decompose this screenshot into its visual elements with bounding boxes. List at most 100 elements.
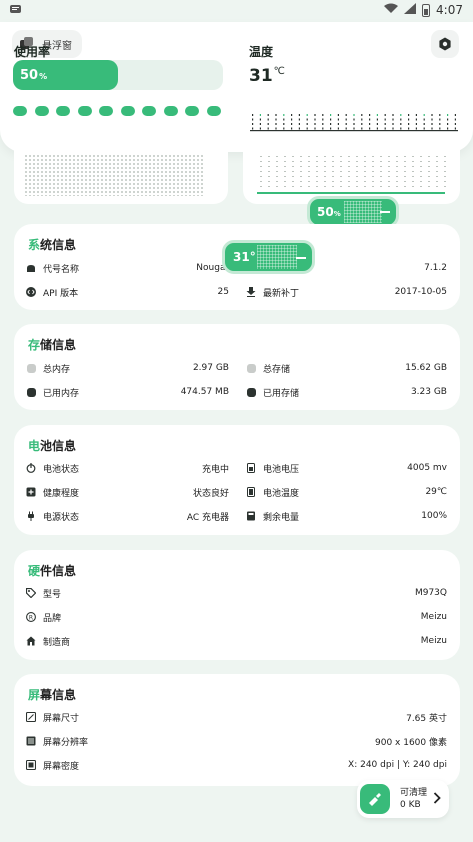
status-bar: 4:07 bbox=[0, 0, 473, 20]
power-icon bbox=[26, 463, 36, 473]
temp-graph-tick bbox=[447, 123, 449, 125]
temp-graph-tick bbox=[431, 118, 433, 121]
temp-graph-tick bbox=[361, 114, 363, 116]
temp-graph-tick bbox=[384, 114, 386, 116]
clock: 4:07 bbox=[436, 3, 463, 17]
temp-graph-tick bbox=[306, 123, 308, 125]
temp-graph-tick bbox=[283, 127, 285, 130]
temp-graph-tick bbox=[322, 127, 324, 130]
info-row: R 品牌 Meizu bbox=[26, 609, 447, 625]
temp-graph-tick bbox=[353, 118, 355, 121]
info-row: 电池状态 充电中 bbox=[26, 460, 229, 476]
temp-graph-tick bbox=[298, 118, 300, 121]
temp-graph-tick bbox=[283, 123, 285, 125]
card-title: 屏幕信息 bbox=[28, 688, 77, 702]
temp-graph-tick bbox=[275, 127, 277, 130]
temp-graph-tick bbox=[454, 127, 456, 130]
temp-graph-tick bbox=[447, 127, 449, 130]
temp-graph-tick bbox=[291, 127, 293, 130]
temp-graph-tick bbox=[408, 127, 410, 130]
temp-graph-tick bbox=[291, 123, 293, 125]
info-row: 制造商 Meizu bbox=[26, 633, 447, 649]
temp-graph-tick bbox=[345, 114, 347, 116]
battery-icon bbox=[246, 487, 256, 497]
temp-graph-tick bbox=[252, 123, 254, 125]
temp-graph-tick bbox=[415, 127, 417, 130]
clean-cache-button[interactable]: 可清理 0 KB bbox=[357, 780, 449, 818]
temp-graph-baseline bbox=[250, 130, 458, 132]
brand-icon: R bbox=[26, 612, 36, 622]
resolution-icon bbox=[26, 736, 36, 746]
temp-graph-tick bbox=[454, 118, 456, 121]
temp-graph-tick bbox=[415, 114, 417, 116]
usage-bar-fill: 50% bbox=[13, 60, 118, 90]
temp-graph-tick bbox=[353, 123, 355, 125]
temp-graph-tick bbox=[361, 118, 363, 121]
info-row: 屏幕尺寸 7.65 英寸 bbox=[26, 709, 447, 725]
bubble-temp-value: 31° bbox=[233, 250, 256, 264]
temp-graph-tick bbox=[298, 114, 300, 116]
temp-graph-tick bbox=[423, 127, 425, 130]
temp-graph-tick bbox=[439, 123, 441, 125]
temp-graph-tick bbox=[423, 114, 425, 116]
battery-level-icon bbox=[246, 511, 256, 521]
temp-graph-tick bbox=[376, 123, 378, 125]
temp-graph-tick bbox=[361, 127, 363, 130]
temp-graph-tick bbox=[298, 127, 300, 130]
core-indicator bbox=[34, 106, 49, 116]
battery-status-icon bbox=[422, 3, 431, 17]
info-row: 总存储 15.62 GB bbox=[246, 360, 447, 376]
core-indicator bbox=[206, 106, 221, 116]
core-indicator bbox=[99, 106, 113, 116]
temp-title: 温度 bbox=[249, 45, 274, 59]
bubble-usage-value: 50 bbox=[317, 205, 334, 219]
legend-swatch bbox=[246, 363, 256, 373]
temp-graph-tick bbox=[439, 118, 441, 121]
temp-graph-tick bbox=[408, 118, 410, 121]
temp-graph-tick bbox=[369, 127, 371, 130]
temp-graph-tick bbox=[267, 114, 269, 116]
temp-graph-tick bbox=[283, 118, 285, 121]
plug-icon bbox=[26, 511, 36, 521]
temp-graph-tick bbox=[275, 118, 277, 121]
info-row: 已用内存 474.57 MB bbox=[26, 384, 229, 400]
temp-graph-tick bbox=[337, 114, 339, 116]
temp-graph-tick bbox=[306, 114, 308, 116]
legend-swatch bbox=[26, 387, 36, 397]
broom-icon bbox=[360, 784, 390, 814]
temp-graph-tick bbox=[439, 114, 441, 116]
temp-graph-tick bbox=[384, 127, 386, 130]
temp-graph-tick bbox=[291, 114, 293, 116]
temp-graph-tick bbox=[423, 123, 425, 125]
usage-bar: 50% bbox=[13, 60, 223, 90]
temp-graph-tick bbox=[259, 114, 261, 116]
temp-graph-tick bbox=[306, 118, 308, 121]
temp-graph-tick bbox=[447, 114, 449, 116]
info-row: 最新补丁 2017-10-05 bbox=[246, 284, 447, 300]
temp-graph-tick bbox=[306, 127, 308, 130]
card-title: 系统信息 bbox=[28, 238, 77, 252]
usage-title: 使用率 bbox=[14, 45, 51, 59]
temp-graph-tick bbox=[259, 123, 261, 125]
screen-size-icon bbox=[26, 712, 36, 722]
info-row: 已用存储 3.23 GB bbox=[246, 384, 447, 400]
temp-graph-tick bbox=[376, 114, 378, 116]
floating-temp-bubble[interactable]: 31° bbox=[222, 240, 315, 274]
temp-graph-tick bbox=[447, 118, 449, 121]
temp-graph-tick bbox=[314, 118, 316, 121]
info-row: 电池电压 4005 mv bbox=[246, 460, 447, 476]
bubble-usage-unit: % bbox=[333, 209, 341, 218]
temp-graph-tick bbox=[252, 127, 254, 130]
temp-graph-tick bbox=[392, 118, 394, 121]
temp-graph-tick bbox=[369, 114, 371, 116]
temp-graph-tick bbox=[267, 123, 269, 125]
home-icon bbox=[26, 636, 36, 646]
temp-graph-tick bbox=[415, 123, 417, 125]
temp-unit: ℃ bbox=[273, 66, 285, 77]
info-row: 屏幕分辨率 900 x 1600 像素 bbox=[26, 733, 447, 749]
temp-graph-tick bbox=[431, 123, 433, 125]
settings-button[interactable] bbox=[431, 30, 459, 58]
core-indicator bbox=[142, 106, 156, 116]
temp-graph-tick bbox=[275, 114, 277, 116]
info-row: 健康程度 状态良好 bbox=[26, 484, 229, 500]
